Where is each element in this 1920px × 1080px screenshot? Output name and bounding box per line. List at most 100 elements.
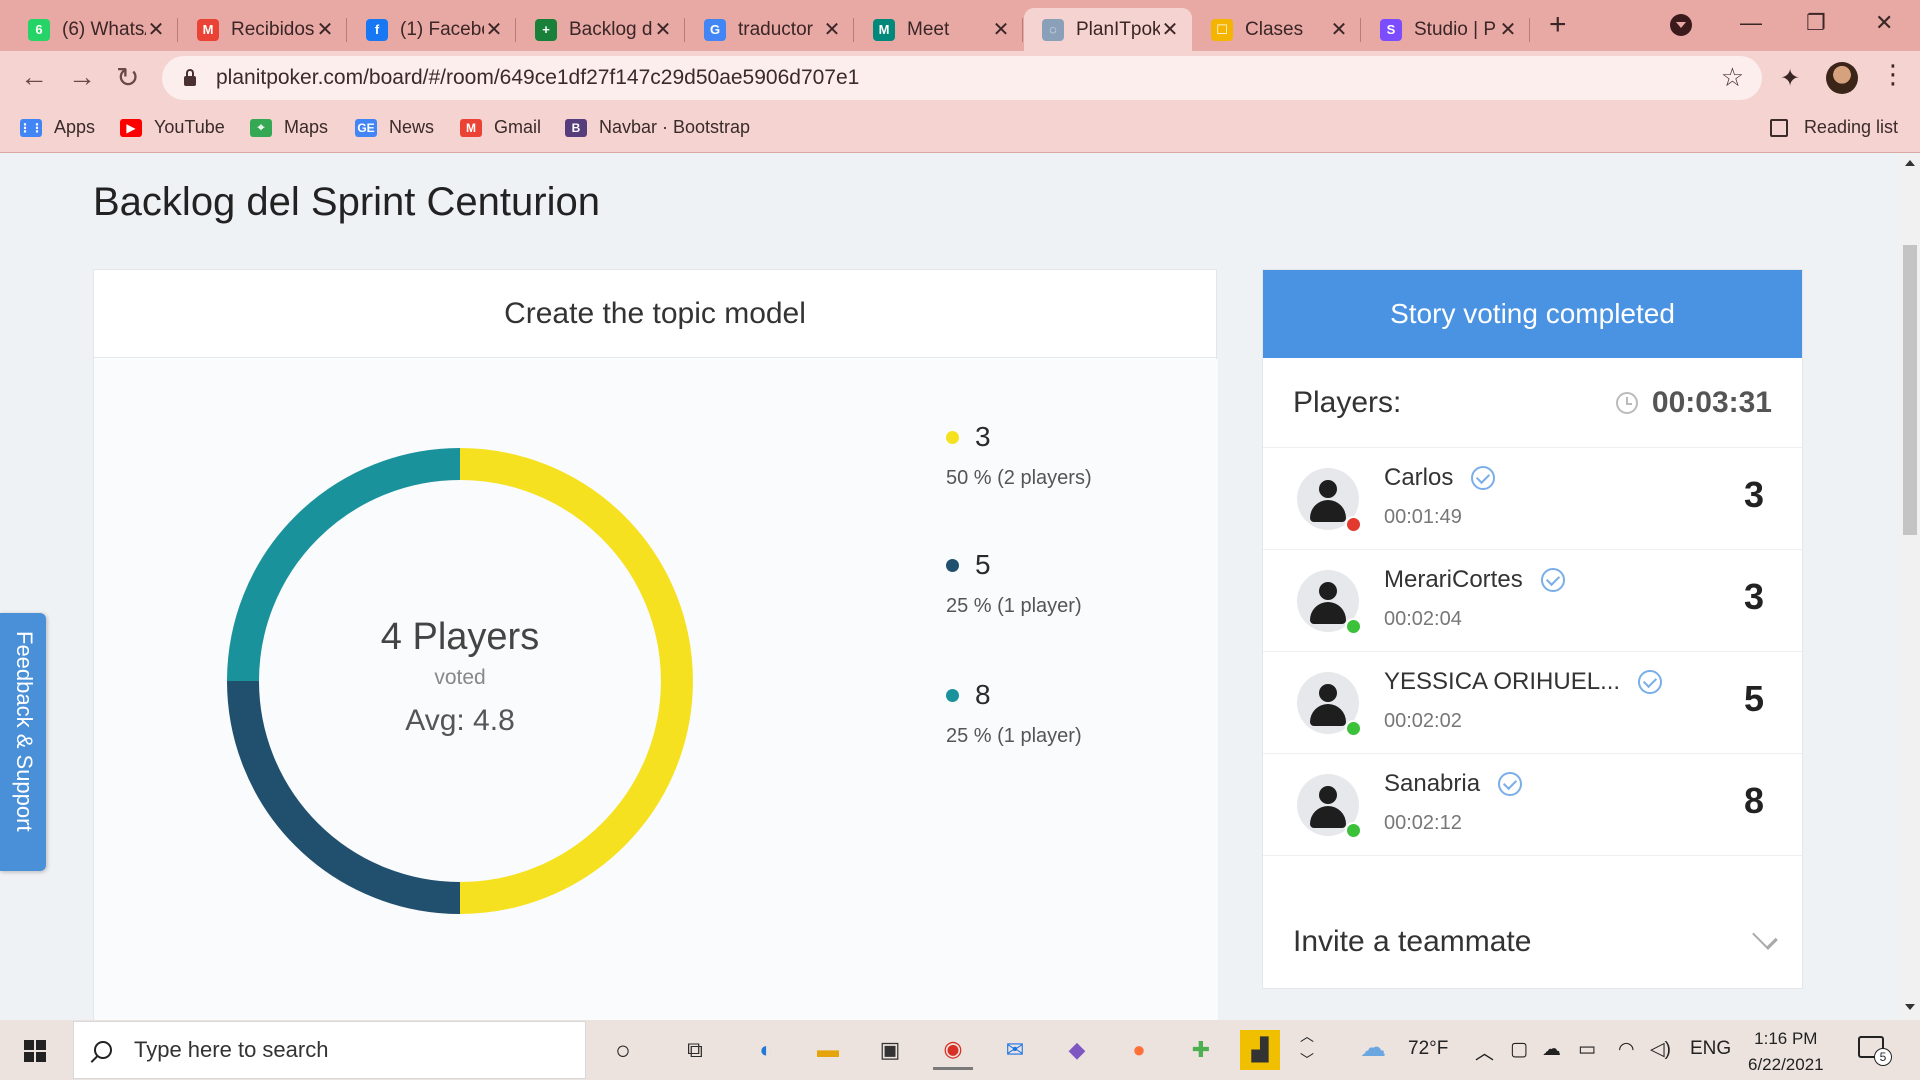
browser-tab[interactable]: 6 (6) WhatsApp✕ (10, 8, 178, 51)
bookmark-item[interactable]: B Navbar · Bootstrap (565, 117, 750, 138)
close-tab-icon[interactable]: ✕ (146, 17, 166, 42)
meet-now-icon[interactable]: ▢ (1510, 1038, 1528, 1061)
browser-tab[interactable]: M Meet ✕ (855, 8, 1023, 51)
wifi-icon[interactable]: ◠ (1618, 1038, 1635, 1061)
whatsapp-icon: 6 (28, 18, 50, 41)
bookmark-label: News (389, 117, 435, 137)
legend-detail: 50 % (2 players) (946, 467, 1092, 489)
close-tab-icon[interactable]: ✕ (315, 17, 335, 42)
show-hidden-icons[interactable]: ︿ (1475, 1038, 1494, 1065)
reading-list-label: Reading list (1803, 117, 1898, 137)
chevron-down-icon[interactable] (1752, 924, 1778, 950)
weather-temp[interactable]: 72°F (1408, 1038, 1448, 1060)
player-vote: 5 (1743, 678, 1764, 719)
minimize-icon[interactable]: — (1740, 10, 1762, 36)
chrome-icon[interactable]: ◉ (933, 1030, 973, 1070)
tab-title: traductor (738, 18, 813, 40)
player-row: YESSICA ORIHUEL... 00:02:02 5 (1263, 652, 1802, 754)
forward-icon[interactable]: → (68, 61, 96, 93)
tab-search-icon[interactable] (1670, 14, 1692, 36)
search-icon (94, 1041, 112, 1059)
close-tab-icon[interactable]: ✕ (822, 17, 842, 42)
app-icon[interactable]: ✚ (1181, 1030, 1221, 1070)
scrollbar-thumb[interactable] (1903, 245, 1917, 535)
file-explorer-icon[interactable]: ▬ (808, 1030, 848, 1070)
browser-tab[interactable]: + Backlog del✕ (517, 8, 685, 51)
taskbar-search[interactable]: Type here to search (73, 1021, 586, 1079)
close-tab-icon[interactable]: ✕ (653, 17, 673, 42)
language-indicator[interactable]: ENG (1690, 1038, 1731, 1060)
back-icon[interactable]: ← (20, 61, 48, 93)
profile-avatar[interactable] (1826, 62, 1858, 94)
browser-tab[interactable]: M Recibidos ✕ (179, 8, 347, 51)
weather-icon[interactable]: ☁ (1360, 1032, 1386, 1063)
player-name: Carlos (1384, 464, 1454, 491)
player-vote-time: 00:02:02 (1384, 710, 1462, 732)
invite-teammate-button[interactable]: Invite a teammate (1293, 925, 1531, 959)
close-tab-icon[interactable]: ✕ (1160, 17, 1180, 42)
browser-tab[interactable]: S Studio | P ✕ (1362, 8, 1530, 51)
bookmark-item[interactable]: M Gmail (460, 117, 541, 138)
task-view-icon[interactable]: ⧉ (675, 1030, 715, 1070)
edge-icon[interactable]: ◐ (746, 1030, 786, 1070)
bookmark-item[interactable]: ⌖ Maps (250, 117, 328, 138)
reading-list-button[interactable]: Reading list (1769, 117, 1898, 138)
average-value: Avg: 4.8 (405, 704, 515, 737)
planitpoker-icon: ◌ (1042, 18, 1064, 41)
reload-icon[interactable]: ↻ (116, 61, 139, 94)
voted-check-icon (1540, 568, 1565, 592)
volume-icon[interactable]: ◁) (1650, 1038, 1671, 1061)
visual-studio-icon[interactable]: ◆ (1057, 1030, 1097, 1070)
sticky-notes-icon[interactable]: ▟ (1240, 1030, 1280, 1070)
address-bar[interactable]: planitpoker.com/board/#/room/649ce1df27f… (162, 56, 1762, 100)
tab-separator (1022, 18, 1023, 42)
voted-label: voted (434, 666, 486, 689)
scroll-up-icon[interactable] (1905, 160, 1915, 166)
browser-tab[interactable]: f (1) Facebook✕ (348, 8, 516, 51)
scroll-down-icon[interactable] (1905, 1004, 1915, 1010)
tab-separator (177, 18, 178, 42)
store-icon[interactable]: ▣ (870, 1030, 910, 1070)
clock-time: 1:16 PM (1754, 1029, 1818, 1048)
voted-check-icon (1638, 670, 1663, 694)
google-icon: G (704, 18, 726, 41)
close-tab-icon[interactable]: ✕ (484, 17, 504, 42)
new-tab-button[interactable]: + (1549, 8, 1567, 42)
windows-start-icon[interactable] (24, 1040, 46, 1062)
extensions-icon[interactable]: ✦ (1780, 64, 1800, 93)
meet-icon: M (873, 18, 895, 41)
gmail-icon: M (460, 118, 482, 137)
system-clock[interactable]: 1:16 PM 6/22/2021 (1748, 1026, 1824, 1078)
url-text[interactable]: planitpoker.com/board/#/room/649ce1df27f… (216, 66, 859, 90)
close-tab-icon[interactable]: ✕ (1329, 17, 1349, 42)
browser-tab[interactable]: Gtraductor ✕ (686, 8, 854, 51)
player-vote-time: 00:02:12 (1384, 812, 1462, 834)
search-placeholder: Type here to search (134, 1037, 329, 1062)
bookmark-item[interactable]: ▶ YouTube (120, 117, 225, 138)
close-window-icon[interactable]: ✕ (1875, 10, 1893, 36)
tray-overflow-icon[interactable]: ︿ ﹀ (1300, 1024, 1314, 1072)
close-tab-icon[interactable]: ✕ (1498, 17, 1518, 42)
mail-icon[interactable]: ✉ (995, 1030, 1035, 1070)
browser-tab[interactable]: ◌ PlanITpoker✕ (1024, 8, 1192, 51)
restore-icon[interactable]: ❐ (1806, 10, 1826, 36)
onedrive-icon[interactable]: ☁ (1542, 1038, 1561, 1061)
feedback-label: Feedback & Support (12, 631, 37, 832)
bookmark-item[interactable]: GE News (355, 117, 434, 138)
notification-center-icon[interactable]: 5 (1858, 1036, 1892, 1066)
lock-icon[interactable] (184, 69, 196, 86)
cortana-icon[interactable]: ○ (603, 1030, 643, 1070)
voted-check-icon (1498, 772, 1523, 796)
legend-detail: 25 % (1 player) (946, 725, 1082, 747)
browser-tab[interactable]: ☐ Clases ✕ (1193, 8, 1361, 51)
close-tab-icon[interactable]: ✕ (991, 17, 1011, 42)
tab-title: Clases (1245, 18, 1304, 40)
feedback-support-button[interactable]: Feedback & Support (0, 613, 46, 871)
menu-kebab-icon[interactable]: ⋮ (1880, 59, 1906, 90)
battery-icon[interactable]: ▭ (1578, 1038, 1596, 1061)
player-name: YESSICA ORIHUEL... (1384, 668, 1621, 695)
bookmark-item[interactable]: ⋮⋮ Apps (19, 117, 95, 138)
player-vote-time: 00:02:04 (1384, 608, 1462, 630)
firefox-icon[interactable]: ● (1119, 1030, 1159, 1070)
bookmark-star-icon[interactable]: ☆ (1721, 62, 1744, 93)
